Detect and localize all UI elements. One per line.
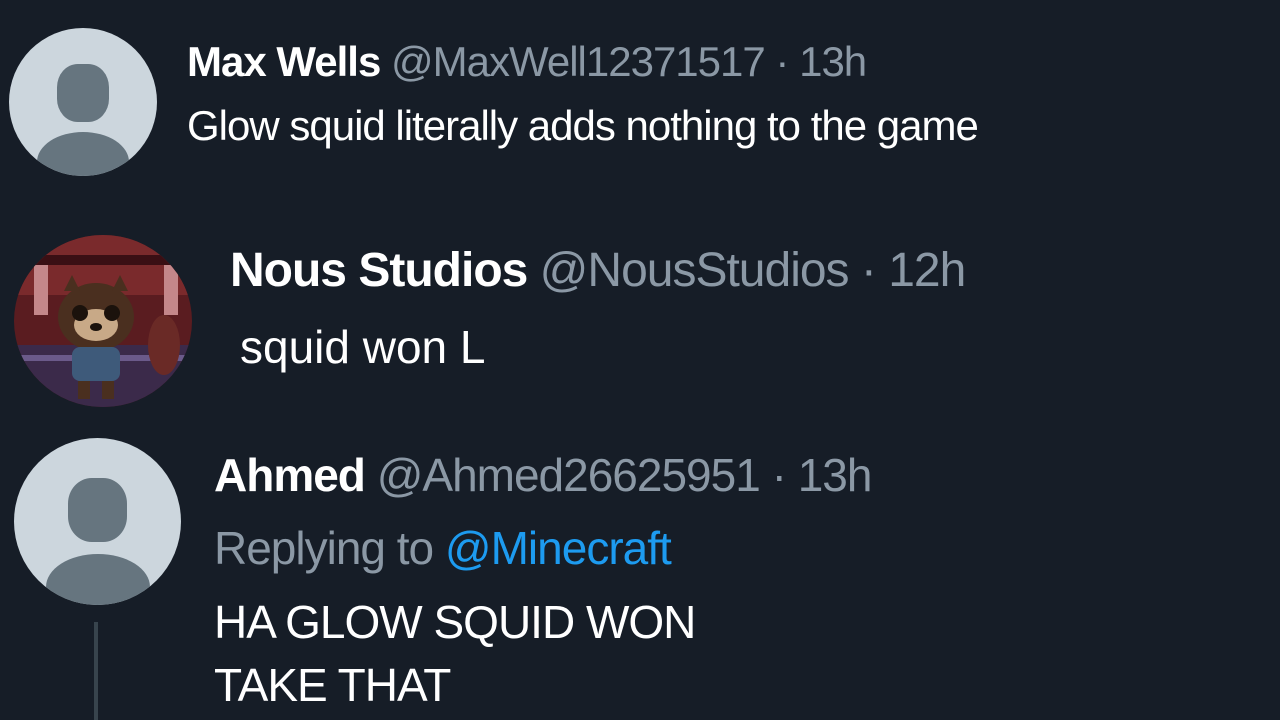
tweet-text: Glow squid literally adds nothing to the… — [187, 102, 979, 149]
separator: · — [860, 244, 877, 297]
profile-photo-image — [14, 235, 192, 407]
mention-link[interactable]: @Minecraft — [445, 522, 672, 574]
timestamp[interactable]: 12h — [888, 244, 966, 297]
tweet-text: squid won L — [240, 321, 486, 373]
default-avatar-icon[interactable] — [14, 438, 181, 605]
tweet-text-line: TAKE THAT — [214, 659, 451, 711]
handle[interactable]: @MaxWell12371517 — [391, 38, 766, 85]
reply-thread: Max Wells @MaxWell12371517 · 13h Glow sq… — [0, 0, 1280, 720]
timestamp[interactable]: 13h — [799, 38, 867, 85]
avatar-shoulders-shape — [37, 132, 129, 176]
separator: · — [775, 38, 789, 85]
tweet-header: Nous Studios @NousStudios · 12h — [230, 243, 966, 298]
display-name[interactable]: Max Wells — [187, 38, 381, 85]
display-name[interactable]: Ahmed — [214, 449, 366, 501]
avatar-head-shape — [68, 478, 127, 542]
tweet-header: Max Wells @MaxWell12371517 · 13h — [187, 38, 867, 86]
handle[interactable]: @NousStudios — [540, 244, 850, 297]
tweet-header: Ahmed @Ahmed26625951 · 13h — [214, 448, 873, 502]
avatar-head-shape — [57, 64, 109, 122]
avatar-shoulders-shape — [46, 554, 150, 605]
separator: · — [771, 449, 787, 501]
display-name[interactable]: Nous Studios — [230, 244, 528, 297]
replying-to-label: Replying to — [214, 522, 434, 574]
default-avatar-icon[interactable] — [9, 28, 157, 176]
timestamp[interactable]: 13h — [798, 449, 873, 501]
handle[interactable]: @Ahmed26625951 — [377, 449, 761, 501]
tweet-text-line: HA GLOW SQUID WON — [214, 596, 696, 648]
profile-photo[interactable] — [14, 235, 192, 407]
thread-connector-line — [94, 622, 98, 720]
replying-to-line: Replying to @Minecraft — [214, 521, 672, 575]
